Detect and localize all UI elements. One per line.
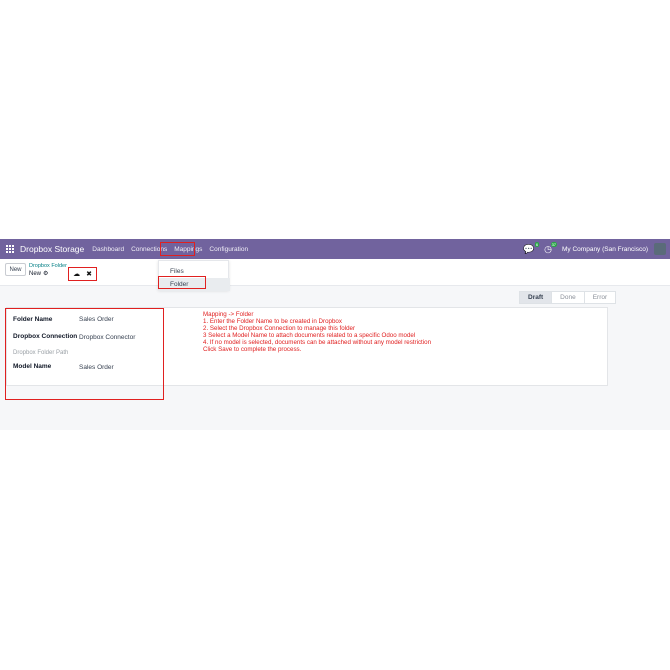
chat-icon[interactable]: 💬 6 — [523, 241, 540, 255]
activity-badge: 37 — [550, 241, 558, 247]
help-line: 2. Select the Dropbox Connection to mana… — [203, 325, 356, 332]
annotation-box-mappings — [160, 242, 195, 256]
new-button[interactable]: New — [5, 263, 26, 276]
stage-draft[interactable]: Draft — [519, 291, 553, 304]
help-line: Click Save to complete the process. — [203, 346, 302, 353]
company-switcher[interactable]: My Company (San Francisco) — [562, 246, 648, 253]
save-discard-group: ☁ ✖ — [68, 267, 97, 281]
breadcrumb-parent[interactable]: Dropbox Folder — [29, 263, 67, 269]
status-bar: Draft Done Error — [519, 291, 617, 304]
apps-grid-icon[interactable] — [6, 245, 14, 253]
breadcrumb-current-label: New — [29, 270, 42, 277]
breadcrumb-current: New ⚙ — [29, 270, 48, 278]
chat-badge: 6 — [534, 241, 540, 247]
systray: 💬 6 ◷ 37 My Company (San Francisco) — [523, 239, 670, 259]
activity-clock-icon[interactable]: ◷ 37 — [544, 241, 558, 255]
menu-configuration[interactable]: Configuration — [209, 246, 248, 253]
annotation-box-form — [5, 308, 164, 400]
help-line: 1. Enter the Folder Name to be created i… — [203, 318, 342, 325]
gear-icon[interactable]: ⚙ — [43, 270, 48, 277]
app-title[interactable]: Dropbox Storage — [20, 244, 84, 254]
help-line: 3 Select a Model Name to attach document… — [203, 332, 416, 339]
help-annotation: Mapping -> Folder 1. Enter the Folder Na… — [203, 311, 431, 353]
menu-dashboard[interactable]: Dashboard — [92, 246, 124, 253]
top-navbar: Dropbox Storage Dashboard Connections Ma… — [0, 239, 670, 259]
stage-done[interactable]: Done — [551, 291, 585, 304]
help-line: 4. If no model is selected, documents ca… — [203, 339, 432, 346]
stage-error[interactable]: Error — [583, 291, 617, 304]
annotation-box-folder — [158, 276, 206, 289]
user-avatar[interactable] — [654, 243, 666, 255]
control-panel: New Dropbox Folder New ⚙ — [0, 259, 670, 286]
close-icon[interactable]: ✖ — [86, 270, 92, 278]
help-line: Mapping -> Folder — [203, 311, 254, 318]
screen: Dropbox Storage Dashboard Connections Ma… — [0, 0, 670, 670]
cloud-upload-icon[interactable]: ☁ — [73, 270, 80, 278]
